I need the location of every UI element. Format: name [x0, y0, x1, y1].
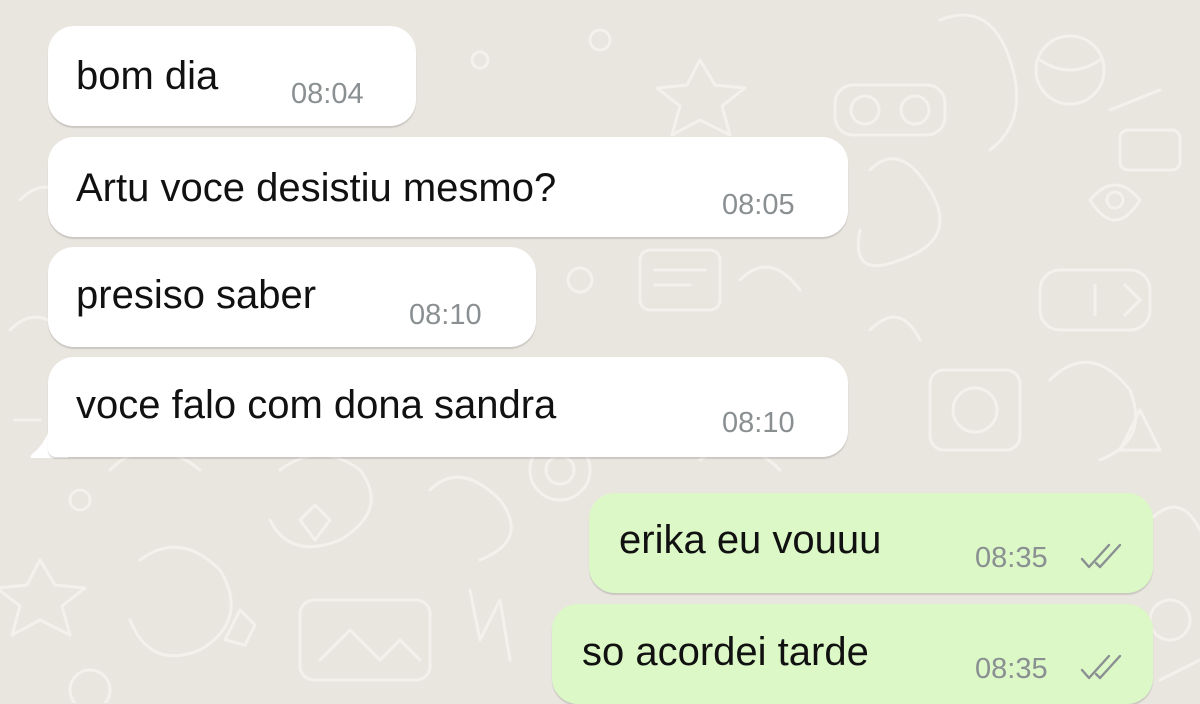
incoming-message-bubble[interactable]: presiso saber 08:10	[48, 247, 536, 347]
message-text: erika eu vouuu	[619, 518, 882, 562]
outgoing-message-bubble[interactable]: so acordei tarde 08:35	[552, 604, 1153, 704]
message-text: Artu voce desistiu mesmo?	[76, 166, 557, 210]
incoming-message-bubble[interactable]: voce falo com dona sandra 08:10	[48, 357, 848, 457]
message-timestamp: 08:10	[722, 407, 795, 439]
message-text: presiso saber	[76, 273, 317, 317]
message-text: bom dia	[76, 54, 219, 98]
message-text: so acordei tarde	[582, 630, 869, 674]
message-timestamp: 08:10	[409, 299, 482, 331]
double-check-icon	[1080, 654, 1122, 680]
outgoing-message-bubble[interactable]: erika eu vouuu 08:35	[589, 493, 1153, 593]
message-timestamp: 08:35	[975, 542, 1048, 574]
incoming-message-bubble[interactable]: Artu voce desistiu mesmo? 08:05	[48, 137, 848, 237]
message-timestamp: 08:35	[975, 653, 1048, 685]
message-text: voce falo com dona sandra	[76, 383, 557, 427]
message-timestamp: 08:04	[291, 78, 364, 110]
double-check-icon	[1080, 543, 1122, 569]
message-timestamp: 08:05	[722, 189, 795, 221]
incoming-message-bubble[interactable]: bom dia 08:04	[48, 26, 416, 126]
